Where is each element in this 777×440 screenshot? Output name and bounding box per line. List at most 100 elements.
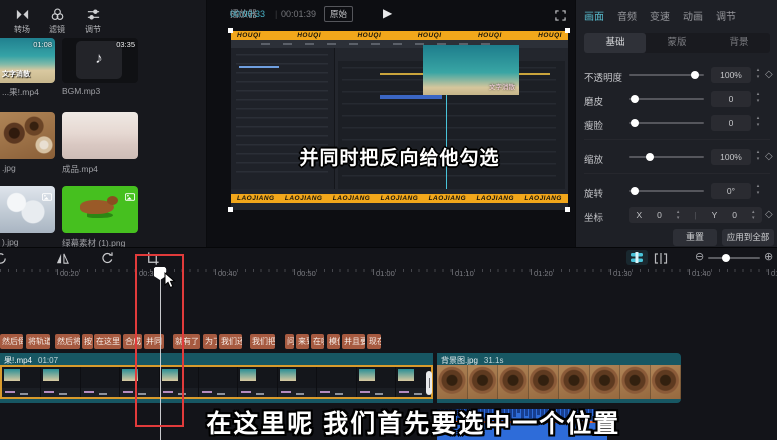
value-stepper[interactable]: ▴▾ <box>754 67 762 83</box>
property-value[interactable]: 100% <box>711 149 751 165</box>
x-label: X <box>636 210 642 220</box>
coordinate-label: 坐标 <box>584 210 603 224</box>
property-slider[interactable] <box>629 156 704 158</box>
tab-audio[interactable]: 音频 <box>617 8 637 23</box>
text-clip[interactable]: 模仿 <box>327 334 340 349</box>
text-clip[interactable]: 按 <box>82 334 93 349</box>
zoom-slider-thumb[interactable] <box>722 254 730 262</box>
value-stepper[interactable]: ▴▾ <box>754 183 762 199</box>
ruler-label: 01:00 <box>376 269 395 278</box>
property-slider[interactable] <box>629 122 704 124</box>
watermark-text: HOUQI <box>297 32 321 39</box>
keyframe-icon[interactable]: ◇ <box>765 209 773 220</box>
value-stepper[interactable]: ▴▾ <box>754 91 762 107</box>
watermark-text: LAOJIANG <box>524 195 562 202</box>
property-value[interactable]: 0 <box>711 91 751 107</box>
clip-name: 背景图.jpg <box>441 356 478 365</box>
y-value[interactable]: 0 <box>732 210 737 220</box>
text-clip[interactable]: 将轨道 <box>26 334 50 349</box>
keyframe-icon[interactable]: ◇ <box>765 151 773 162</box>
property-row-3: 瘦脸0▴▾ <box>584 116 770 130</box>
zoom-in-icon[interactable]: ⊕ <box>764 250 773 263</box>
reset-button[interactable]: 重置 <box>673 229 717 246</box>
tab-animation[interactable]: 动画 <box>683 8 703 23</box>
zoom-out-icon[interactable]: ⊖ <box>695 250 704 263</box>
property-slider[interactable] <box>629 74 704 76</box>
value-stepper[interactable]: ▴▾ <box>754 115 762 131</box>
x-stepper[interactable]: ▴▾ <box>677 209 680 221</box>
slider-thumb[interactable] <box>646 153 654 161</box>
text-clip[interactable]: 然后将 <box>55 334 80 349</box>
subtab-basic[interactable]: 基础 <box>584 33 646 53</box>
filter-tool[interactable]: 滤镜 <box>42 7 72 35</box>
slider-thumb[interactable] <box>631 119 639 127</box>
watermark-text: HOUQI <box>538 32 562 39</box>
media-item-greenscreen-thumbnail[interactable] <box>62 186 138 233</box>
slider-thumb[interactable] <box>631 95 639 103</box>
video-editor-window: 转场 滤镜 调节 01:08 文字消散 ...果!.mp4 ♪ 03:35 BG… <box>0 0 777 440</box>
video-preview[interactable]: HOUQIHOUQIHOUQIHOUQIHOUQIHOUQI 文字消散 并同时把… <box>231 31 568 210</box>
tab-picture[interactable]: 画面 <box>584 8 604 23</box>
media-item-audio-thumbnail[interactable]: ♪ 03:35 <box>62 38 138 83</box>
adjust-label: 调节 <box>78 24 108 35</box>
text-clip[interactable]: 我们把 <box>250 334 275 349</box>
watermark-text: LAOJIANG <box>476 195 514 202</box>
media-item-video-thumbnail[interactable] <box>62 112 138 159</box>
slider-thumb[interactable] <box>631 187 639 195</box>
current-time: 00:00:33 <box>230 9 265 19</box>
selection-handle[interactable] <box>228 28 233 33</box>
property-value[interactable]: 100% <box>711 67 751 83</box>
text-clip[interactable]: 我们还 <box>219 334 242 349</box>
timeline-ruler[interactable]: 00:2000:3000:4000:5001:0001:1001:2001:30… <box>0 266 777 282</box>
text-clip[interactable]: 来到 <box>296 334 309 349</box>
subtab-background[interactable]: 背景 <box>708 33 770 53</box>
keyframe-icon[interactable]: ◇ <box>765 69 773 80</box>
selection-handle[interactable] <box>565 28 570 33</box>
subtab-mask[interactable]: 蒙版 <box>646 33 708 53</box>
x-value[interactable]: 0 <box>657 210 662 220</box>
ruler-tick <box>294 269 295 275</box>
text-clip[interactable]: 然后倒 <box>0 334 23 349</box>
media-item-image-thumbnail[interactable] <box>0 112 55 159</box>
tab-adjust[interactable]: 调节 <box>716 8 736 23</box>
y-stepper[interactable]: ▴▾ <box>752 209 755 221</box>
property-slider[interactable] <box>629 190 704 192</box>
text-clip[interactable]: 为了 <box>203 334 217 349</box>
media-item-image-thumbnail[interactable] <box>0 186 55 233</box>
ruler-label: 00:20 <box>60 269 79 278</box>
ruler-label: 01:40 <box>692 269 711 278</box>
property-value[interactable]: 0 <box>711 115 751 131</box>
tab-speed[interactable]: 变速 <box>650 8 670 23</box>
watermark-text: HOUQI <box>237 32 261 39</box>
coordinate-row: 坐标 X 0 ▴▾ | Y 0 ▴▾ ◇ <box>584 208 770 222</box>
filmstrip-frame <box>468 365 499 399</box>
text-clip[interactable]: 现在 <box>367 334 381 349</box>
text-clip[interactable]: 并且要 <box>342 334 365 349</box>
selection-handle[interactable] <box>228 207 233 212</box>
apply-to-all-button[interactable]: 应用到全部 <box>722 229 774 246</box>
adjust-tool[interactable]: 调节 <box>78 7 108 35</box>
text-clip[interactable]: 在哪 <box>311 334 324 349</box>
coordinate-inputs[interactable]: X 0 ▴▾ | Y 0 ▴▾ <box>629 207 762 223</box>
snap-toggle-icon[interactable] <box>626 250 648 265</box>
selection-handle[interactable] <box>565 207 570 212</box>
text-clip[interactable]: 在这里 <box>94 334 121 349</box>
clip-trim-handle[interactable] <box>426 371 432 395</box>
text-clip[interactable]: 问 <box>285 334 294 349</box>
property-value[interactable]: 0° <box>711 183 751 199</box>
fullscreen-icon[interactable] <box>555 8 566 26</box>
play-button[interactable]: ▶ <box>383 6 392 20</box>
properties-panel: 画面 音频 变速 动画 调节 基础 蒙版 背景 不透明度100%▴▾◇磨皮0▴▾… <box>575 0 777 247</box>
timeline-zoom-slider[interactable] <box>708 257 760 259</box>
original-quality-button[interactable]: 原始 <box>324 6 353 22</box>
property-label: 不透明度 <box>584 70 622 84</box>
property-slider[interactable] <box>629 98 704 100</box>
ruler-tick <box>768 269 769 275</box>
slider-thumb[interactable] <box>691 71 699 79</box>
preview-beach-image: 文字消散 <box>423 45 519 95</box>
transition-tool[interactable]: 转场 <box>7 7 37 35</box>
value-stepper[interactable]: ▴▾ <box>754 149 762 165</box>
duration-badge: 03:35 <box>116 40 135 49</box>
media-item-name: ).jpg <box>2 237 19 247</box>
media-item-video-thumbnail[interactable]: 01:08 文字消散 <box>0 38 55 83</box>
